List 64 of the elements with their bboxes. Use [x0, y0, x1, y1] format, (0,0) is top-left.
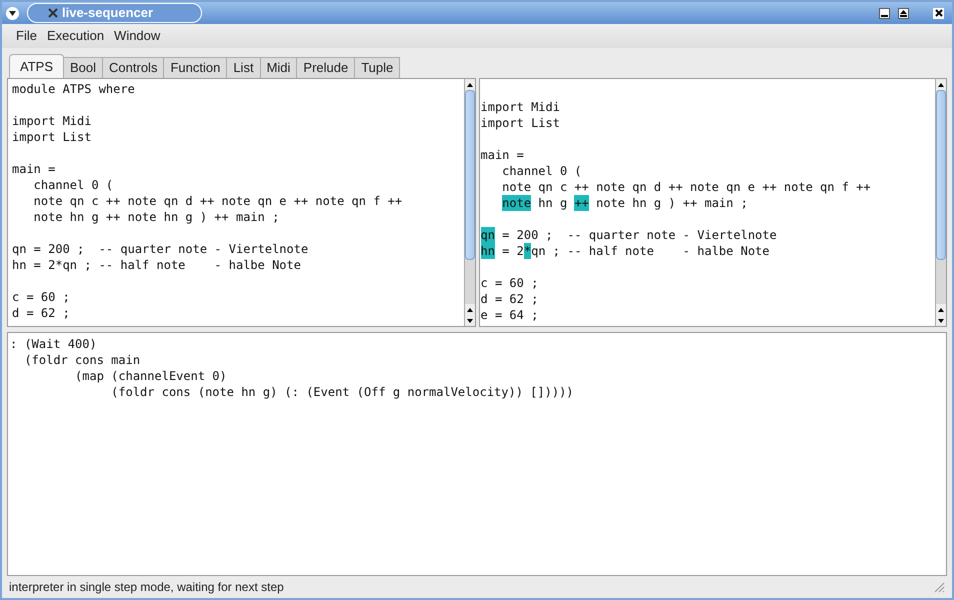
minimize-icon[interactable] [879, 8, 890, 18]
scroll-down-icon[interactable] [936, 315, 946, 326]
code-line: import List [12, 129, 92, 145]
tab[interactable]: List [227, 57, 261, 78]
code-text: qn ; -- half note - halbe Note [531, 243, 770, 259]
output-line: : (Wait 400) [10, 336, 98, 352]
code-line: qn = 200 ; -- quarter note - Viertelnote [12, 241, 310, 257]
tab[interactable]: Prelude [297, 57, 356, 78]
tab[interactable]: Controls [103, 57, 164, 78]
tab[interactable]: Tuple [355, 57, 400, 78]
output-line: (map (channelEvent 0) [74, 368, 228, 384]
scroll-thumb[interactable] [936, 90, 946, 260]
highlighted-code: hn [480, 243, 495, 259]
code-text: d = 62 ; [480, 291, 538, 307]
code-text: import Midi [480, 99, 560, 115]
menu-item[interactable]: Window [114, 26, 160, 46]
code-line: d = 62 ; [12, 305, 71, 321]
step-editor[interactable] [478, 78, 947, 327]
code-text: hn g [537, 195, 568, 211]
code-line: import Midi [12, 113, 92, 129]
scroll-up-icon[interactable] [936, 304, 946, 315]
status-text: interpreter in single step mode, waiting for next step [9, 579, 285, 596]
maximize-icon[interactable] [898, 8, 909, 18]
source-editor[interactable] [7, 78, 476, 327]
code-line: channel 0 ( [32, 177, 114, 193]
scrollbar[interactable] [935, 79, 946, 326]
code-line: main = [12, 161, 56, 177]
window-menu-icon[interactable] [6, 6, 19, 20]
highlighted-code: ++ [574, 195, 589, 211]
tab[interactable]: Midi [260, 57, 298, 78]
resize-grip-icon[interactable] [933, 581, 945, 593]
code-text: = 200 ; -- quarter note - Viertelnote [501, 227, 777, 243]
tab[interactable]: Function [164, 57, 228, 78]
code-line: note qn c ++ note qn d ++ note qn e ++ note qn f ++ [32, 193, 404, 209]
code-text: e = 64 ; [480, 307, 538, 323]
menu-item[interactable]: Execution [46, 26, 104, 46]
x-logo-icon [48, 8, 58, 18]
code-text: main = [480, 147, 524, 163]
code-line: c = 60 ; [12, 289, 71, 305]
scroll-down-icon[interactable] [464, 315, 474, 326]
window-title: live-sequencer [62, 4, 154, 22]
output-line: (foldr cons (note hn g) (: (Event (Off g normalVelocity)) [])))) [110, 384, 575, 400]
code-text: = 2 [501, 243, 524, 259]
menu-item[interactable]: File [16, 26, 37, 46]
close-icon[interactable] [933, 8, 944, 18]
code-line: module ATPS where [12, 81, 136, 97]
code-text: import List [480, 115, 560, 131]
tab[interactable]: ATPS [9, 54, 64, 78]
scroll-up-icon[interactable] [464, 304, 474, 315]
output-line: (foldr cons main [23, 352, 142, 368]
code-text: channel 0 ( [502, 163, 582, 179]
scroll-up-icon[interactable] [464, 79, 474, 90]
code-line: hn = 2*qn ; -- half note - halbe Note [12, 257, 302, 273]
scroll-up-icon[interactable] [936, 79, 946, 90]
code-text: note qn c ++ note qn d ++ note qn e ++ note qn f ++ [502, 179, 871, 195]
highlighted-code: qn [480, 227, 495, 243]
code-text: c = 60 ; [480, 275, 538, 291]
scroll-thumb[interactable] [464, 90, 474, 260]
highlighted-code: note [502, 195, 532, 211]
code-line: note hn g ++ note hn g ) ++ main ; [32, 209, 280, 225]
scrollbar[interactable] [464, 79, 474, 326]
code-text: note hn g ) ++ main ; [595, 195, 748, 211]
tab[interactable]: Bool [64, 57, 104, 78]
highlighted-code: * [524, 243, 532, 259]
